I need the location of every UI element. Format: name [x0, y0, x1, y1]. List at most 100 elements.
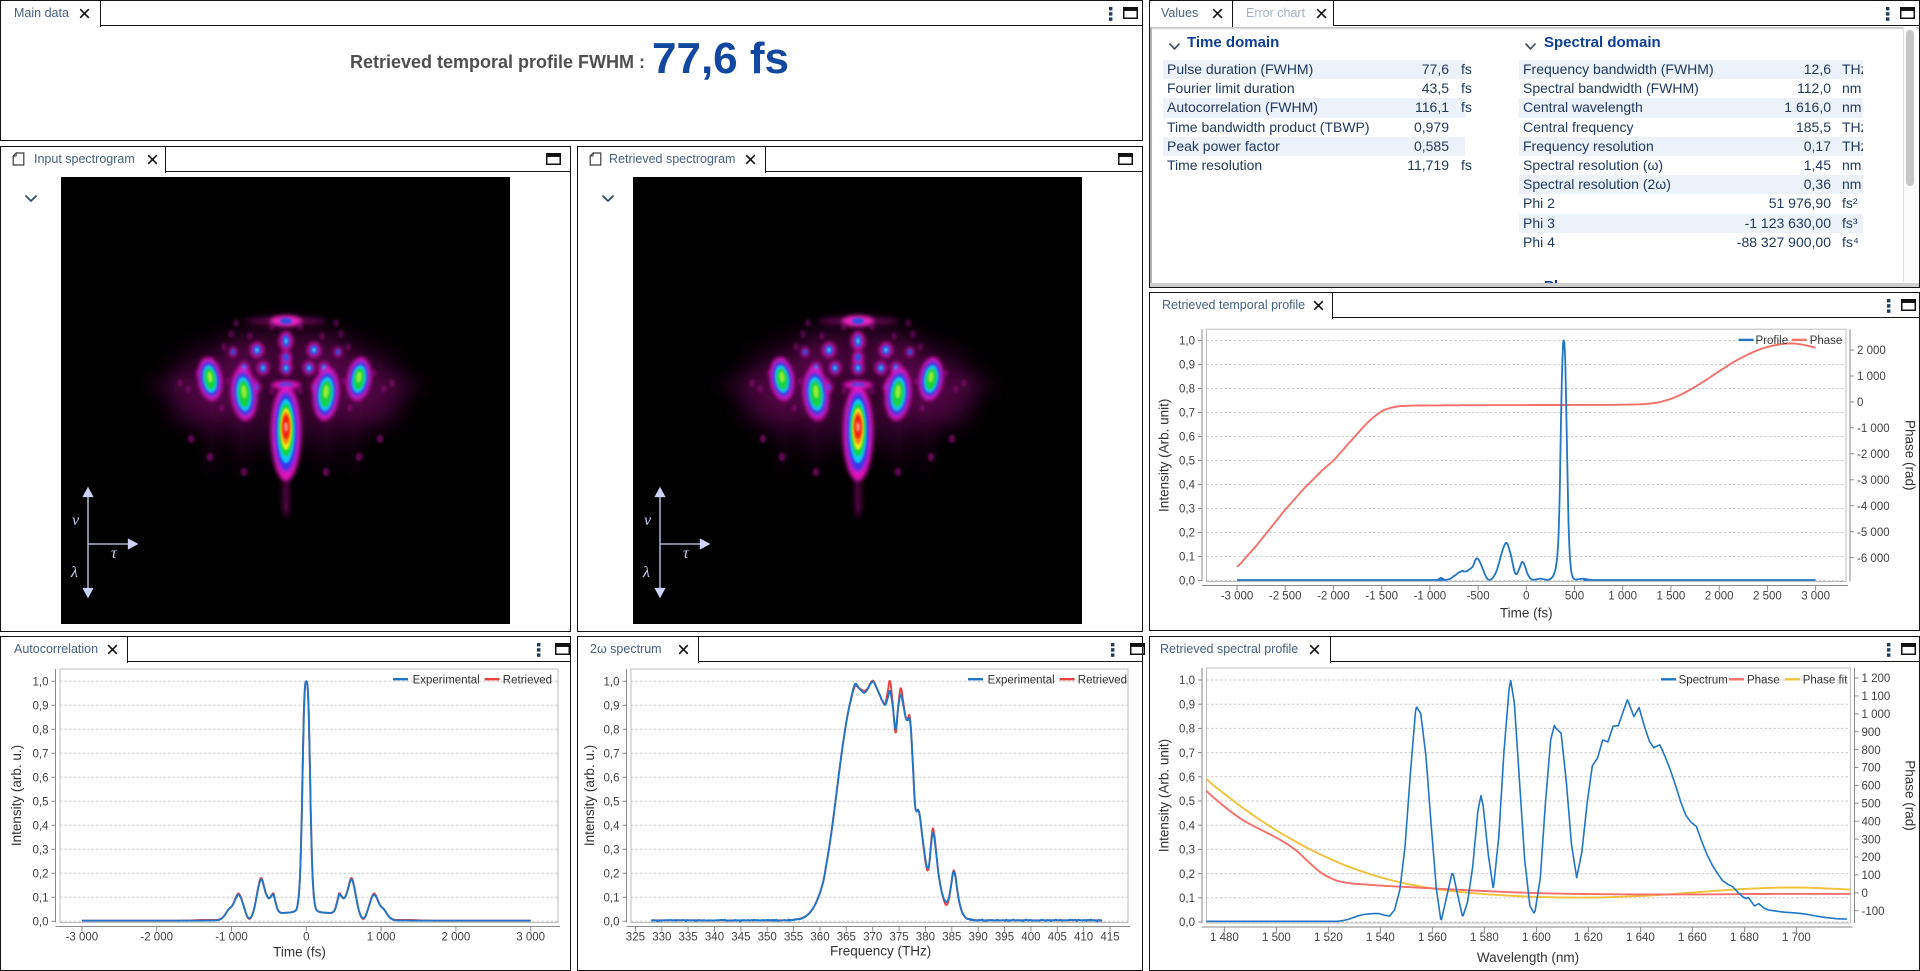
svg-text:Phase: Phase — [1747, 675, 1780, 687]
svg-text:Spectrum: Spectrum — [1679, 675, 1728, 687]
svg-text:1 560: 1 560 — [1418, 932, 1447, 944]
svg-text:λ: λ — [70, 564, 78, 581]
svg-text:600: 600 — [1862, 781, 1881, 793]
svg-text:-2 000: -2 000 — [140, 932, 173, 944]
svg-text:1 680: 1 680 — [1730, 932, 1759, 944]
svg-text:1 580: 1 580 — [1470, 932, 1499, 944]
svg-text:0: 0 — [303, 932, 309, 944]
svg-text:-3 000: -3 000 — [1857, 475, 1890, 487]
svg-text:0,0: 0,0 — [1179, 917, 1195, 929]
svg-text:2 000: 2 000 — [1705, 591, 1734, 603]
svg-text:0,1: 0,1 — [1179, 893, 1195, 905]
svg-text:-1 000: -1 000 — [1414, 591, 1447, 603]
svg-text:Retrieved: Retrieved — [1078, 675, 1127, 687]
svg-text:400: 400 — [1021, 932, 1040, 944]
svg-text:-3 000: -3 000 — [1221, 591, 1254, 603]
svg-text:λ: λ — [642, 564, 650, 581]
svg-text:0,5: 0,5 — [1179, 796, 1195, 808]
svg-text:410: 410 — [1074, 932, 1093, 944]
svg-text:0,6: 0,6 — [1179, 432, 1195, 444]
svg-text:1,0: 1,0 — [1179, 675, 1195, 687]
svg-text:1 700: 1 700 — [1782, 932, 1811, 944]
svg-text:-2 000: -2 000 — [1857, 449, 1890, 461]
svg-text:2 000: 2 000 — [442, 932, 471, 944]
svg-text:330: 330 — [652, 932, 671, 944]
svg-text:345: 345 — [731, 932, 750, 944]
svg-text:325: 325 — [626, 932, 645, 944]
svg-text:0,3: 0,3 — [1179, 504, 1195, 516]
svg-text:700: 700 — [1862, 763, 1881, 775]
svg-text:Wavelength (nm): Wavelength (nm) — [1477, 950, 1579, 965]
svg-text:0,2: 0,2 — [33, 869, 49, 881]
svg-text:0,3: 0,3 — [604, 845, 620, 857]
svg-text:ν: ν — [644, 512, 652, 529]
svg-text:100: 100 — [1862, 870, 1881, 882]
svg-text:Time (fs): Time (fs) — [1500, 605, 1553, 620]
svg-text:0,2: 0,2 — [1179, 869, 1195, 881]
svg-text:0,7: 0,7 — [1179, 748, 1195, 760]
svg-text:0,0: 0,0 — [1179, 576, 1195, 588]
svg-text:395: 395 — [995, 932, 1014, 944]
svg-text:0,3: 0,3 — [33, 845, 49, 857]
svg-text:0,1: 0,1 — [33, 893, 49, 905]
svg-text:-1 500: -1 500 — [1365, 591, 1398, 603]
svg-text:0,3: 0,3 — [1179, 845, 1195, 857]
svg-text:0,4: 0,4 — [33, 821, 50, 833]
svg-text:0,8: 0,8 — [1179, 724, 1195, 736]
svg-text:355: 355 — [784, 932, 803, 944]
svg-text:0: 0 — [1857, 397, 1863, 409]
svg-text:0,7: 0,7 — [604, 749, 620, 761]
svg-text:340: 340 — [705, 932, 724, 944]
svg-text:Intensity (arb. u.): Intensity (arb. u.) — [582, 745, 597, 846]
svg-text:0,9: 0,9 — [33, 701, 49, 713]
svg-text:390: 390 — [969, 932, 988, 944]
svg-text:370: 370 — [863, 932, 882, 944]
svg-text:400: 400 — [1862, 816, 1881, 828]
svg-text:0,0: 0,0 — [604, 917, 620, 929]
svg-text:-3 000: -3 000 — [66, 932, 99, 944]
svg-text:0,4: 0,4 — [604, 821, 621, 833]
svg-text:0,9: 0,9 — [604, 701, 620, 713]
svg-text:1 000: 1 000 — [1857, 371, 1886, 383]
svg-text:360: 360 — [810, 932, 829, 944]
svg-text:1 000: 1 000 — [367, 932, 396, 944]
svg-text:1 640: 1 640 — [1626, 932, 1655, 944]
svg-text:3 000: 3 000 — [1801, 591, 1830, 603]
svg-text:0,6: 0,6 — [33, 773, 49, 785]
svg-text:Frequency (THz): Frequency (THz) — [830, 944, 931, 959]
svg-text:0,5: 0,5 — [604, 797, 620, 809]
svg-text:900: 900 — [1862, 727, 1881, 739]
svg-text:0,5: 0,5 — [1179, 456, 1195, 468]
svg-text:-1 000: -1 000 — [1857, 423, 1890, 435]
svg-text:-100: -100 — [1862, 906, 1885, 918]
svg-text:500: 500 — [1565, 591, 1584, 603]
svg-text:0,4: 0,4 — [1179, 480, 1196, 492]
svg-text:1,0: 1,0 — [33, 677, 49, 689]
svg-text:0,9: 0,9 — [1179, 699, 1195, 711]
svg-text:0,1: 0,1 — [604, 893, 620, 905]
svg-text:-6 000: -6 000 — [1857, 553, 1890, 565]
svg-text:Phase (rad): Phase (rad) — [1903, 420, 1918, 491]
svg-text:350: 350 — [758, 932, 777, 944]
svg-text:1 200: 1 200 — [1862, 673, 1891, 685]
svg-text:1 480: 1 480 — [1210, 932, 1239, 944]
svg-text:2 500: 2 500 — [1753, 591, 1782, 603]
svg-text:0,7: 0,7 — [33, 749, 49, 761]
svg-text:Phase fit: Phase fit — [1803, 675, 1849, 687]
svg-text:0,0: 0,0 — [33, 917, 49, 929]
svg-text:2 000: 2 000 — [1857, 345, 1886, 357]
svg-text:500: 500 — [1862, 799, 1881, 811]
svg-text:0,4: 0,4 — [1179, 820, 1196, 832]
svg-text:-500: -500 — [1467, 591, 1490, 603]
svg-text:335: 335 — [679, 932, 698, 944]
svg-text:1,0: 1,0 — [1179, 336, 1195, 348]
svg-text:365: 365 — [837, 932, 856, 944]
svg-text:200: 200 — [1862, 852, 1881, 864]
svg-text:0,5: 0,5 — [33, 797, 49, 809]
svg-text:405: 405 — [1048, 932, 1067, 944]
svg-text:415: 415 — [1100, 932, 1119, 944]
svg-text:-1 000: -1 000 — [215, 932, 248, 944]
svg-text:0: 0 — [1862, 888, 1868, 900]
svg-text:1 500: 1 500 — [1262, 932, 1291, 944]
svg-text:0,7: 0,7 — [1179, 408, 1195, 420]
